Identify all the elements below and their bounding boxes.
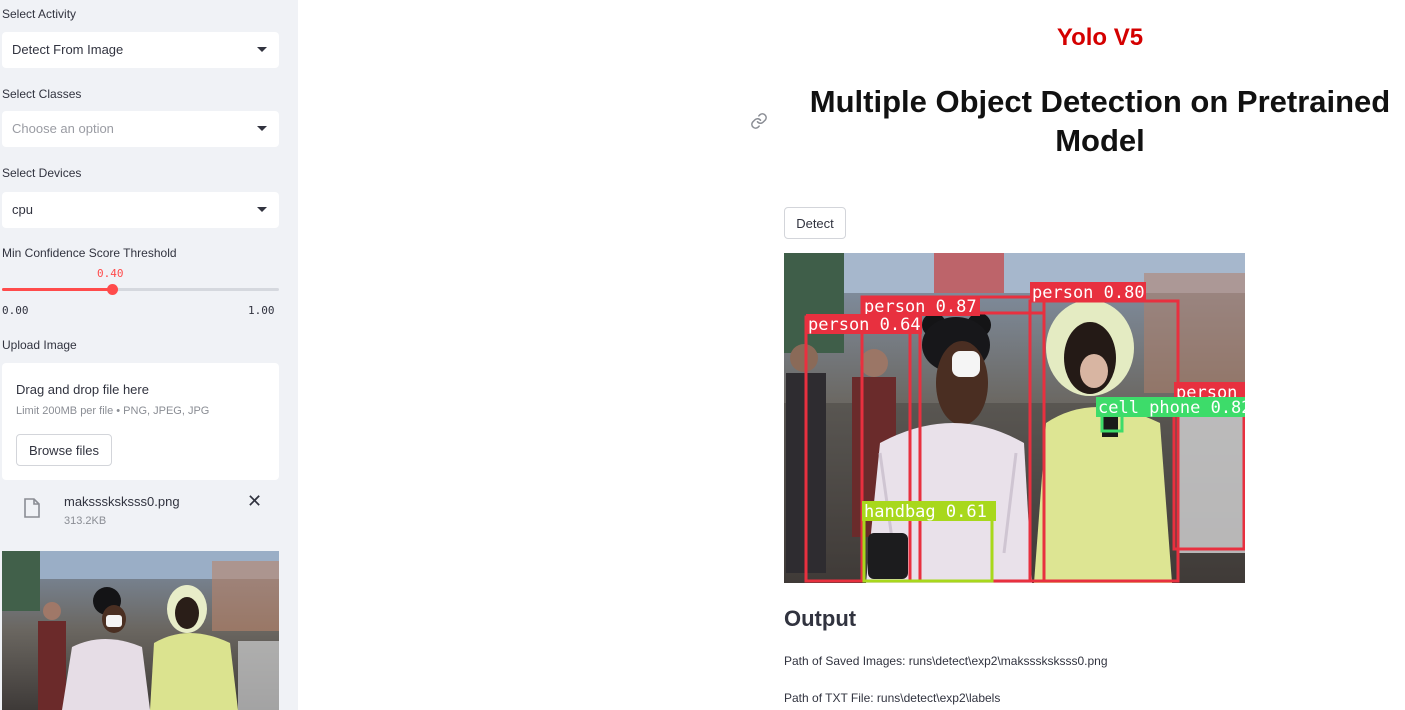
caret-down-icon xyxy=(257,126,267,131)
detection-label: person 0.80 xyxy=(1032,283,1145,303)
detection-result-image: person 0.87 person 0.80 person 0.64 pers… xyxy=(784,253,1245,583)
file-dropzone[interactable]: Drag and drop file here Limit 200MB per … xyxy=(2,363,279,480)
confidence-value: 0.40 xyxy=(97,267,124,280)
link-icon[interactable] xyxy=(750,112,768,130)
confidence-label: Min Confidence Score Threshold xyxy=(2,246,177,260)
detect-button[interactable]: Detect xyxy=(784,207,846,239)
caret-down-icon xyxy=(257,47,267,52)
browse-files-button[interactable]: Browse files xyxy=(16,434,112,466)
detection-label: cell phone 0.82 xyxy=(1098,398,1245,418)
uploaded-image-preview xyxy=(2,551,279,710)
close-icon[interactable]: ✕ xyxy=(247,491,262,512)
page-title: Multiple Object Detection on Pretrained … xyxy=(809,84,1391,158)
activity-select-value: Detect From Image xyxy=(12,42,124,57)
confidence-min: 0.00 xyxy=(2,304,29,317)
output-heading: Output xyxy=(784,606,857,631)
devices-label: Select Devices xyxy=(2,166,82,180)
classes-multiselect[interactable]: Choose an option xyxy=(2,111,279,147)
activity-label: Select Activity xyxy=(2,7,77,21)
confidence-slider-thumb[interactable] xyxy=(107,284,119,295)
file-icon xyxy=(24,498,40,518)
classes-label: Select Classes xyxy=(2,87,82,101)
confidence-slider-fill xyxy=(2,288,113,291)
classes-placeholder: Choose an option xyxy=(12,121,114,136)
saved-images-path: Path of Saved Images: runs\detect\exp2\m… xyxy=(784,654,1108,668)
file-size: 313.2KB xyxy=(64,515,107,527)
detection-label: person 0.64 xyxy=(808,315,921,335)
txt-file-path: Path of TXT File: runs\detect\exp2\label… xyxy=(784,691,1001,705)
file-name: maksssksksss0.png xyxy=(64,494,180,509)
caret-down-icon xyxy=(257,207,267,212)
devices-select-value: cpu xyxy=(12,202,33,217)
sidebar: Select Activity Detect From Image Select… xyxy=(0,0,298,710)
devices-select[interactable]: cpu xyxy=(2,192,279,228)
activity-select[interactable]: Detect From Image xyxy=(2,32,279,68)
dropzone-limit: Limit 200MB per file • PNG, JPEG, JPG xyxy=(16,405,210,417)
detection-label: handbag 0.61 xyxy=(864,502,987,522)
app-title: Yolo V5 xyxy=(1056,24,1144,51)
confidence-max: 1.00 xyxy=(248,304,275,317)
upload-label: Upload Image xyxy=(2,338,77,352)
uploaded-file: maksssksksss0.png 313.2KB ✕ xyxy=(2,488,279,534)
dropzone-title: Drag and drop file here xyxy=(16,382,149,397)
